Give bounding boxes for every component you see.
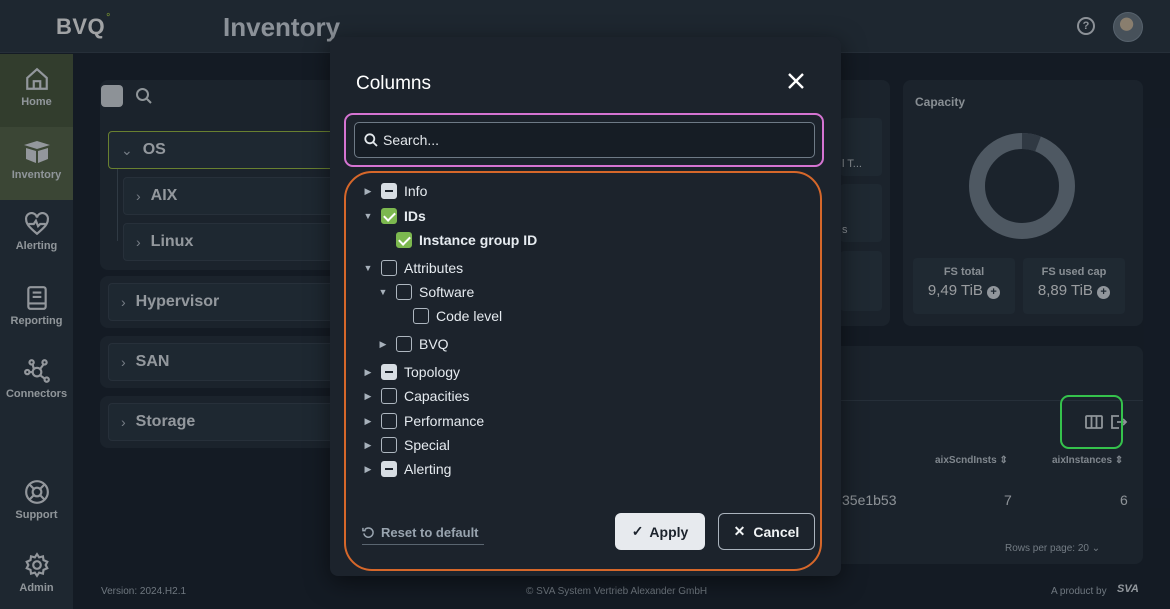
expand-arrow-icon[interactable]: ▶ [361, 440, 375, 451]
column-tree-label: Performance [404, 413, 485, 429]
column-tree-item-code-level[interactable]: Code level [413, 305, 502, 327]
expand-arrow-icon[interactable]: ▶ [361, 186, 375, 197]
column-tree-item-ids[interactable]: ▼ IDs [361, 205, 426, 227]
column-tree-item-software[interactable]: ▼ Software [376, 281, 474, 303]
close-icon: ✕ [733, 523, 746, 539]
checkbox[interactable] [381, 260, 397, 276]
column-tree-item-topology[interactable]: ▶ Topology [361, 361, 460, 383]
column-tree-item-info[interactable]: ▶ Info [361, 180, 427, 202]
checkbox[interactable] [381, 388, 397, 404]
checkbox[interactable] [381, 208, 397, 224]
column-tree-item-bvq[interactable]: ▶ BVQ [376, 333, 449, 355]
column-tree-label: Instance group ID [419, 232, 538, 248]
column-tree-label: Attributes [404, 260, 464, 276]
search-field[interactable] [354, 122, 815, 158]
column-tree-label: IDs [404, 208, 426, 224]
collapse-arrow-icon[interactable]: ▼ [376, 287, 390, 297]
column-tree-label: Special [404, 437, 450, 453]
column-tree-item-instance-group-id[interactable]: Instance group ID [396, 229, 537, 251]
close-icon[interactable] [784, 69, 808, 93]
column-tree-label: Code level [436, 308, 503, 324]
reset-to-default-button[interactable]: Reset to default [362, 521, 484, 545]
checkbox[interactable] [413, 308, 429, 324]
checkbox[interactable] [381, 183, 397, 199]
expand-arrow-icon[interactable]: ▶ [361, 416, 375, 427]
column-tree-item-capacities[interactable]: ▶ Capacities [361, 385, 469, 407]
checkbox[interactable] [396, 336, 412, 352]
column-tree-label: Alerting [404, 461, 452, 477]
column-tree-item-performance[interactable]: ▶ Performance [361, 410, 484, 432]
dialog-title: Columns [356, 73, 431, 94]
expand-arrow-icon[interactable]: ▶ [361, 464, 375, 475]
column-tree-label: BVQ [419, 336, 449, 352]
expand-arrow-icon[interactable]: ▶ [361, 391, 375, 402]
column-tree-label: Topology [404, 364, 461, 380]
column-tree-label: Capacities [404, 388, 470, 404]
column-tree-item-special[interactable]: ▶ Special [361, 434, 450, 456]
expand-arrow-icon[interactable]: ▶ [361, 367, 375, 378]
checkbox[interactable] [381, 413, 397, 429]
column-tree-item-alerting[interactable]: ▶ Alerting [361, 458, 451, 480]
collapse-arrow-icon[interactable]: ▼ [361, 263, 375, 273]
checkbox[interactable] [396, 232, 412, 248]
expand-arrow-icon[interactable]: ▶ [376, 339, 390, 350]
checkbox[interactable] [381, 437, 397, 453]
cancel-button[interactable]: ✕ Cancel [718, 513, 815, 550]
columns-button-highlight [1060, 395, 1123, 449]
reset-icon [362, 527, 374, 538]
search-input[interactable] [383, 123, 803, 157]
checkbox[interactable] [396, 284, 412, 300]
column-tree-label: Software [419, 284, 475, 300]
column-tree-item-attributes[interactable]: ▼ Attributes [361, 257, 463, 279]
columns-dialog: Columns ▶ Info ▼ IDs Instance group ID ▼ At… [330, 37, 841, 576]
checkbox[interactable] [381, 364, 397, 380]
checkbox[interactable] [381, 461, 397, 477]
column-tree-label: Info [404, 183, 428, 199]
search-icon [364, 133, 378, 147]
check-icon: ✓ [631, 523, 644, 539]
cancel-label: Cancel [753, 523, 800, 540]
apply-button[interactable]: ✓ Apply [615, 513, 705, 550]
apply-label: Apply [649, 523, 689, 540]
collapse-arrow-icon[interactable]: ▼ [361, 211, 375, 221]
reset-label: Reset to default [381, 525, 479, 540]
